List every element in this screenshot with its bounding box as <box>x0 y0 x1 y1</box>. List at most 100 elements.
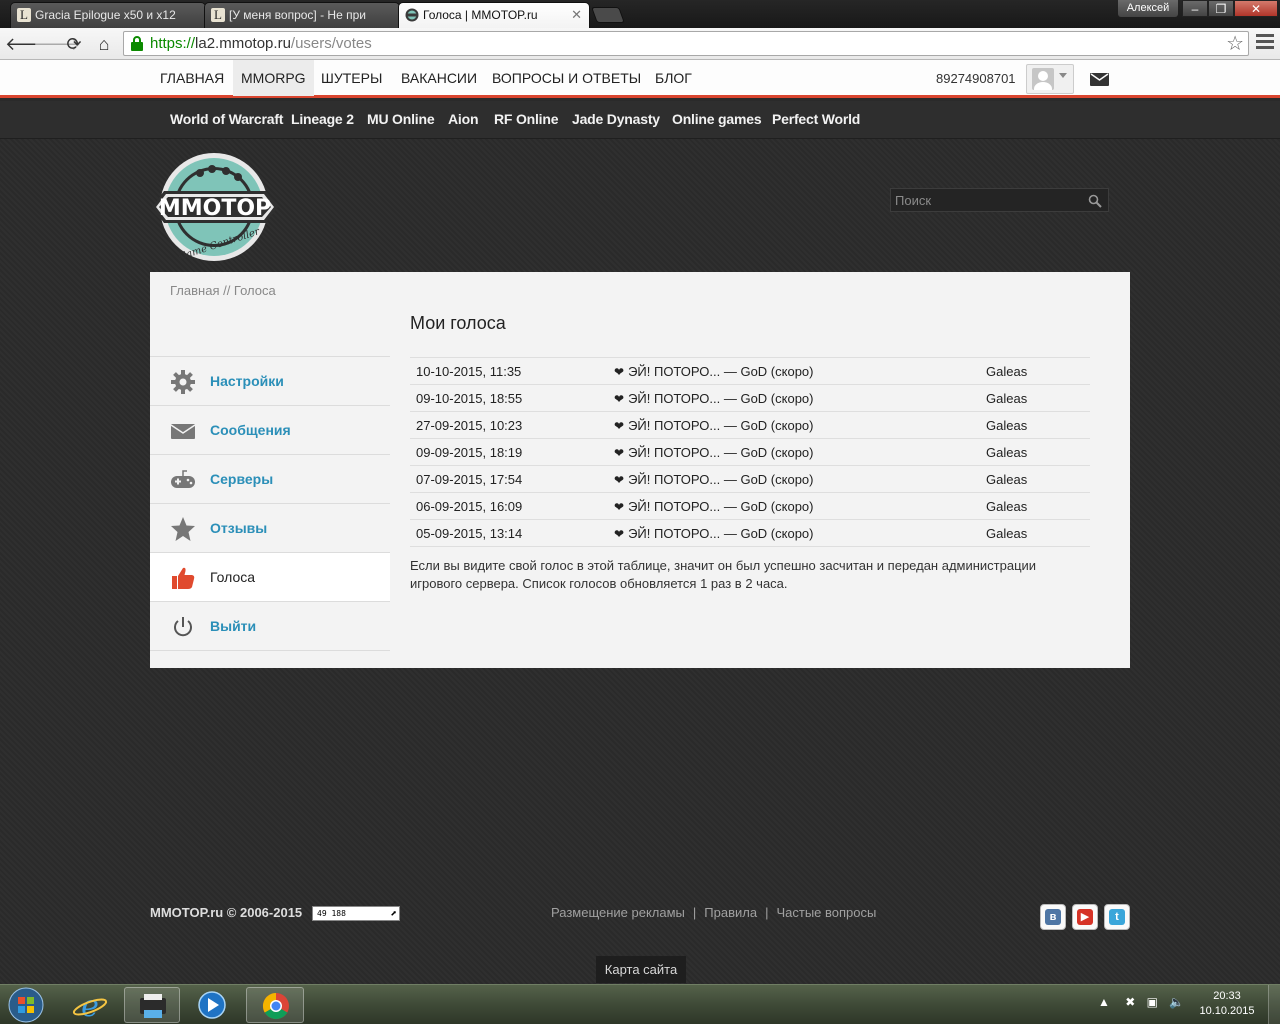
sidebar-item-messages[interactable]: Сообщения <box>150 406 390 455</box>
show-desktop-button[interactable] <box>1268 985 1280 1024</box>
internet-explorer-taskbar-icon[interactable]: e <box>60 987 120 1024</box>
vote-server[interactable]: ❤ ЭЙ! ПОТОРО... — GoD (скоро) <box>608 465 980 493</box>
close-tab-icon[interactable]: ✕ <box>571 3 582 27</box>
reload-icon[interactable]: ⟳ <box>62 32 86 56</box>
separator: | <box>765 905 769 920</box>
twitter-button[interactable]: t <box>1104 904 1130 930</box>
new-tab-button[interactable] <box>591 7 625 23</box>
game-link-mu-online[interactable]: MU Online <box>367 101 435 137</box>
game-link-aion[interactable]: Aion <box>448 101 479 137</box>
svg-text:MMOTOP: MMOTOP <box>159 196 271 221</box>
tab-votes-mmotop[interactable]: Голоса | MMOTOP.ru ✕ <box>398 2 590 28</box>
sidebar-item-votes[interactable]: Голоса <box>150 553 390 602</box>
sidebar-item-reviews[interactable]: Отзывы <box>150 504 390 553</box>
vote-date: 05-09-2015, 13:14 <box>410 519 608 547</box>
vk-button[interactable]: в <box>1040 904 1066 930</box>
user-menu-dropdown[interactable] <box>1026 64 1074 94</box>
forward-arrow-icon[interactable]: 🡒 <box>33 32 81 56</box>
vote-date: 07-09-2015, 17:54 <box>410 465 608 493</box>
game-link-jade-dynasty[interactable]: Jade Dynasty <box>572 101 660 137</box>
youtube-icon: ▶ <box>1077 909 1093 925</box>
visit-counter[interactable]: 49 188 ⬈ <box>312 906 400 921</box>
game-link-rf-online[interactable]: RF Online <box>494 101 559 137</box>
lock-icon <box>131 36 143 51</box>
bookmark-star-icon[interactable]: ☆ <box>1226 31 1244 56</box>
back-arrow-icon[interactable]: 🡐 <box>5 32 53 56</box>
close-window-button[interactable]: ✕ <box>1234 0 1278 17</box>
taskbar-clock[interactable]: 20:33 10.10.2015 <box>1196 989 1258 1019</box>
vote-character: Galeas <box>980 357 1090 385</box>
game-link-wow[interactable]: World of Warcraft <box>170 101 283 137</box>
counter-value: 49 188 <box>317 909 346 918</box>
footer-links: Размещение рекламы | Правила | Частые вопрос… <box>551 905 876 920</box>
votes-table: 10-10-2015, 11:35 ❤ ЭЙ! ПОТОРО... — GoD (… <box>410 357 1090 547</box>
hamburger-menu-icon[interactable] <box>1256 34 1274 54</box>
network-warning-icon[interactable]: ✖ <box>1125 995 1135 1009</box>
sidebar-item-settings[interactable]: Настройки <box>150 357 390 406</box>
nav-mmorpg[interactable]: MMORPG <box>233 60 314 96</box>
user-phone[interactable]: 89274908701 <box>936 60 1016 98</box>
sidebar-item-logout[interactable]: Выйти <box>150 602 390 651</box>
mmotop-logo[interactable]: MMOTOP Game Controller <box>150 151 280 263</box>
envelope-icon[interactable] <box>1090 73 1109 86</box>
youtube-button[interactable]: ▶ <box>1072 904 1098 930</box>
vote-date: 06-09-2015, 16:09 <box>410 492 608 520</box>
minimize-button[interactable]: – <box>1182 0 1208 17</box>
vote-server[interactable]: ❤ ЭЙ! ПОТОРО... — GoD (скоро) <box>608 492 980 520</box>
footer-link-faq[interactable]: Частые вопросы <box>776 905 876 920</box>
maximize-button[interactable]: ❐ <box>1208 0 1234 17</box>
nav-questions-answers[interactable]: ВОПРОСЫ И ОТВЕТЫ <box>492 60 641 96</box>
envelope-icon <box>170 424 196 439</box>
gear-icon <box>171 370 195 394</box>
vote-server[interactable]: ❤ ЭЙ! ПОТОРО... — GoD (скоро) <box>608 519 980 547</box>
vote-date: 09-09-2015, 18:19 <box>410 438 608 466</box>
site-search <box>890 188 1109 212</box>
chrome-taskbar-icon[interactable] <box>246 987 304 1023</box>
heart-icon: ❤ <box>614 499 625 514</box>
network-icon[interactable]: ▣ <box>1147 995 1158 1009</box>
account-sidebar: Настройки Сообщения Серверы Отзывы Голос… <box>150 356 390 651</box>
breadcrumb[interactable]: Главная // Голоса <box>170 283 276 298</box>
tab-question[interactable]: L [У меня вопрос] - Не при <box>204 2 400 28</box>
volume-icon[interactable]: 🔈 <box>1169 995 1184 1009</box>
start-button[interactable] <box>2 985 50 1024</box>
game-link-perfect-world[interactable]: Perfect World <box>772 101 860 137</box>
heart-icon: ❤ <box>614 472 625 487</box>
tab-title: [У меня вопрос] - Не при <box>229 8 366 22</box>
media-player-taskbar-icon[interactable] <box>184 987 240 1023</box>
printer-taskbar-icon[interactable] <box>124 987 180 1023</box>
clock-time: 20:33 <box>1213 990 1241 1002</box>
nav-shooters[interactable]: ШУТЕРЫ <box>321 60 382 96</box>
account-panel: Главная // Голоса Настройки Сообщения Се… <box>150 272 1130 668</box>
game-link-online-games[interactable]: Online games <box>672 101 762 137</box>
page-title: Мои голоса <box>410 313 506 333</box>
system-tray[interactable]: ▲ ✖ ▣ 🔈 <box>1098 995 1184 1009</box>
game-link-lineage2[interactable]: Lineage 2 <box>291 101 354 137</box>
vote-server[interactable]: ❤ ЭЙ! ПОТОРО... — GoD (скоро) <box>608 411 980 439</box>
separator: | <box>692 905 697 920</box>
chevron-down-icon <box>1059 73 1067 78</box>
nav-main[interactable]: ГЛАВНАЯ <box>160 60 224 96</box>
sidebar-item-label: Отзывы <box>210 520 268 536</box>
vote-character: Galeas <box>980 384 1090 412</box>
search-input[interactable] <box>895 192 1085 209</box>
home-icon[interactable]: ⌂ <box>92 32 116 56</box>
address-bar[interactable]: https://la2.mmotop.ru/users/votes ☆ <box>123 31 1249 56</box>
vote-character: Galeas <box>980 519 1090 547</box>
table-row: 07-09-2015, 17:54 ❤ ЭЙ! ПОТОРО... — GoD (… <box>410 465 1090 493</box>
vote-character: Galeas <box>980 438 1090 466</box>
sidebar-item-servers[interactable]: Серверы <box>150 455 390 504</box>
vote-server[interactable]: ❤ ЭЙ! ПОТОРО... — GoD (скоро) <box>608 438 980 466</box>
footer-link-advertising[interactable]: Размещение рекламы <box>551 905 685 920</box>
window-user-badge: Алексей <box>1118 0 1178 17</box>
tray-expand-icon[interactable]: ▲ <box>1098 995 1110 1009</box>
tab-gracia-epilogue[interactable]: L Gracia Epilogue x50 и x12 <box>10 2 206 28</box>
nav-blog[interactable]: БЛОГ <box>655 60 692 96</box>
sitemap-button[interactable]: Карта сайта <box>596 956 686 983</box>
sidebar-item-label: Выйти <box>210 618 257 634</box>
footer-link-rules[interactable]: Правила <box>704 905 757 920</box>
vote-server[interactable]: ❤ ЭЙ! ПОТОРО... — GoD (скоро) <box>608 384 980 412</box>
nav-vacancies[interactable]: ВАКАНСИИ <box>401 60 477 96</box>
search-icon[interactable] <box>1088 194 1102 208</box>
vote-server[interactable]: ❤ ЭЙ! ПОТОРО... — GoD (скоро) <box>608 357 980 385</box>
